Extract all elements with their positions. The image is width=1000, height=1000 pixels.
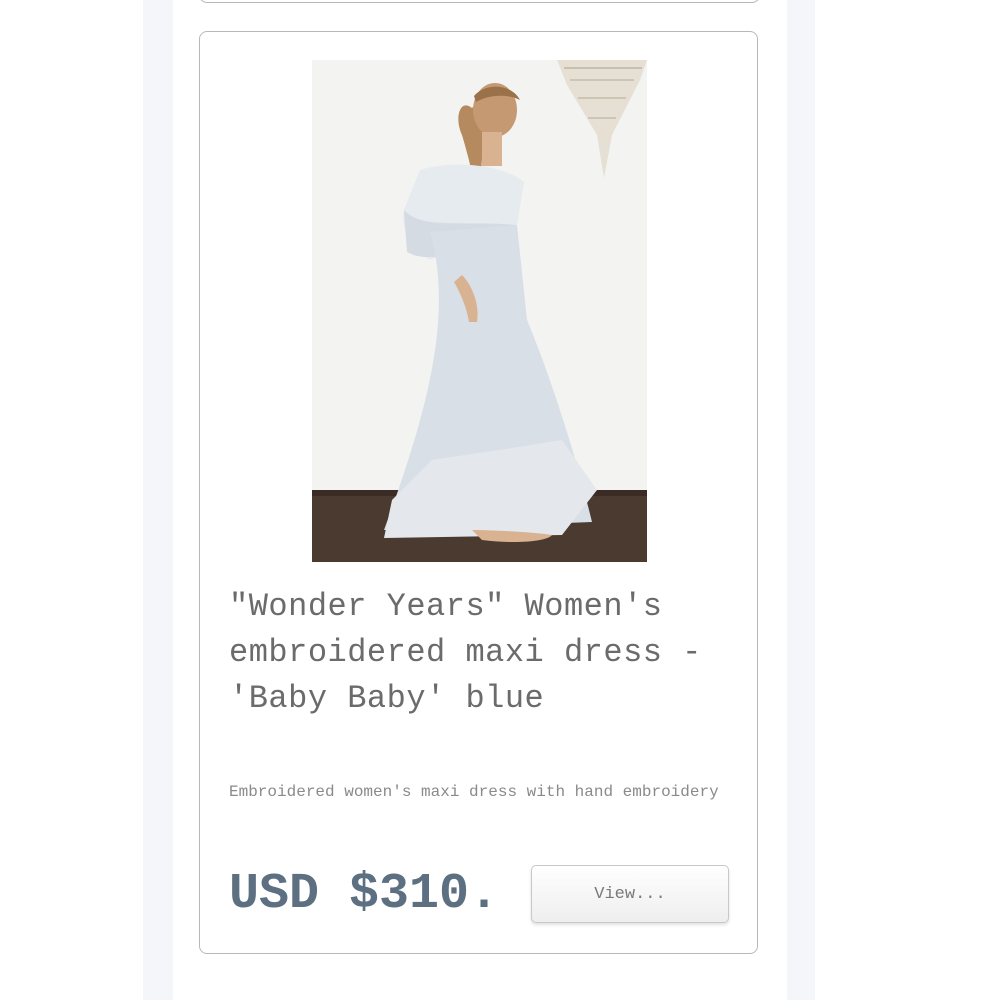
price-row: USD $310. View... <box>229 865 729 925</box>
product-card: "Wonder Years" Women's embroidered maxi … <box>199 31 758 954</box>
product-listing-page: "Wonder Years" Women's embroidered maxi … <box>0 0 1000 1000</box>
left-side-band <box>143 0 173 1000</box>
view-button[interactable]: View... <box>531 865 729 923</box>
previous-product-card <box>199 0 760 3</box>
product-image[interactable] <box>312 60 647 562</box>
product-photo <box>312 60 647 562</box>
right-side-band <box>787 0 815 1000</box>
product-price: USD $310. <box>229 866 500 923</box>
product-title[interactable]: "Wonder Years" Women's embroidered maxi … <box>229 584 729 722</box>
product-description: Embroidered women's maxi dress with hand… <box>229 783 719 801</box>
